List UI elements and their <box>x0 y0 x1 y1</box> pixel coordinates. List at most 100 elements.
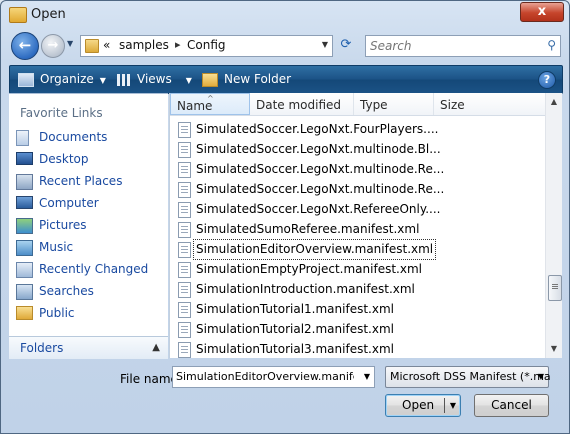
new-folder-label: New Folder <box>224 72 292 86</box>
scroll-down-icon[interactable]: ▼ <box>549 344 559 354</box>
recent-places-icon <box>16 174 33 190</box>
file-row[interactable]: SimulatedSoccer.LegoNxt.multinode.Bl... <box>174 140 441 159</box>
sidebar-item-searches[interactable]: Searches <box>14 281 164 301</box>
help-icon[interactable]: ? <box>538 71 556 89</box>
folder-icon <box>9 7 27 23</box>
forward-button[interactable]: → <box>41 34 65 58</box>
sidebar-item-pictures[interactable]: Pictures <box>14 215 164 235</box>
folder-icon <box>85 39 99 53</box>
breadcrumb-overflow[interactable]: « <box>103 38 110 52</box>
organize-icon <box>18 72 34 87</box>
open-button-label: Open <box>402 398 435 412</box>
sidebar-item-public[interactable]: Public <box>14 303 164 323</box>
file-row[interactable]: SimulatedSoccer.LegoNxt.multinode.Re... <box>174 180 444 199</box>
vertical-scrollbar[interactable]: ▲ ▼ <box>545 93 562 358</box>
file-row[interactable]: SimulationTutorial1.manifest.xml <box>174 300 420 319</box>
xml-file-icon <box>178 322 191 338</box>
navigation-pane: Favorite Links Documents Desktop Recent … <box>9 93 168 359</box>
sidebar-item-label: Public <box>39 306 75 320</box>
sidebar-item-documents[interactable]: Documents <box>14 127 164 147</box>
file-row[interactable]: SimulationIntroduction.manifest.xml <box>174 280 420 299</box>
file-row[interactable]: SimulationTutorial2.manifest.xml <box>174 320 420 339</box>
folders-toggle[interactable]: Folders ▲ <box>9 336 168 359</box>
breadcrumb-config[interactable]: Config <box>187 38 226 52</box>
sidebar-item-label: Desktop <box>39 152 89 166</box>
command-toolbar: Organize ▼ Views ▼ New Folder ? <box>9 65 563 94</box>
file-name: SimulationIntroduction.manifest.xml <box>196 282 415 296</box>
chevron-down-icon[interactable]: ▼ <box>450 395 456 416</box>
column-name[interactable]: ^ Name <box>170 93 250 115</box>
file-type-select[interactable]: Microsoft DSS Manifest (*.ma ▼ <box>385 366 551 388</box>
file-name: SimulationTutorial3.manifest.xml <box>196 342 394 356</box>
file-name-input[interactable] <box>176 368 354 384</box>
column-type[interactable]: Type <box>354 93 434 115</box>
sidebar-item-label: Documents <box>39 130 108 144</box>
xml-file-icon <box>178 302 191 318</box>
column-label: Type <box>360 98 388 112</box>
organize-label: Organize <box>40 72 94 86</box>
refresh-button[interactable]: ⟳ <box>335 35 357 55</box>
chevron-up-icon: ▲ <box>152 342 160 353</box>
sidebar-item-desktop[interactable]: Desktop <box>14 149 164 169</box>
sidebar-item-label: Computer <box>39 196 99 210</box>
open-button[interactable]: Open ▼ <box>385 394 461 417</box>
file-row[interactable]: SimulatedSoccer.LegoNxt.FourPlayers.... <box>174 120 438 139</box>
file-name: SimulationTutorial2.manifest.xml <box>196 322 394 336</box>
folders-label: Folders <box>20 341 64 355</box>
sidebar-item-music[interactable]: Music <box>14 237 164 257</box>
file-name: SimulatedSoccer.LegoNxt.FourPlayers.... <box>196 122 439 136</box>
file-name: SimulatedSoccer.LegoNxt.RefereeOnly.... <box>196 202 441 216</box>
new-folder-icon <box>202 72 218 87</box>
xml-file-icon <box>178 202 191 218</box>
column-header: ^ Name Date modified Type Size <box>170 93 562 116</box>
breadcrumb-samples[interactable]: samples <box>119 38 169 52</box>
organize-button[interactable]: Organize ▼ <box>18 66 106 93</box>
file-name: SimulatedSoccer.LegoNxt.multinode.Bl... <box>196 142 441 156</box>
breadcrumb-chevron-icon[interactable]: ▸ <box>175 38 181 51</box>
scroll-up-icon[interactable]: ▲ <box>549 97 559 107</box>
column-size[interactable]: Size <box>434 93 546 115</box>
file-name-combobox[interactable]: ▼ <box>172 366 375 388</box>
public-folder-icon <box>16 306 33 320</box>
file-row[interactable]: SimulatedSoccer.LegoNxt.RefereeOnly.... <box>174 200 441 219</box>
file-row[interactable]: SimulationEmptyProject.manifest.xml <box>174 260 422 279</box>
file-row[interactable]: SimulationTutorial3.manifest.xml <box>174 340 420 359</box>
open-dialog: Open x ← → ▼ « samples ▸ Config ▼ ⟳ ⚲ Or… <box>0 0 570 434</box>
pictures-icon <box>16 218 33 234</box>
music-icon <box>16 240 33 256</box>
chevron-down-icon: ▼ <box>537 372 544 381</box>
sidebar-item-recently-changed[interactable]: Recently Changed <box>14 259 164 279</box>
new-folder-button[interactable]: New Folder <box>202 66 291 93</box>
file-row-selected[interactable]: SimulationEditorOverview.manifest.xml <box>174 239 437 260</box>
column-date-modified[interactable]: Date modified <box>250 93 354 115</box>
back-button[interactable]: ← <box>11 32 39 60</box>
search-input[interactable] <box>368 37 540 55</box>
address-dropdown-icon[interactable]: ▼ <box>322 40 328 49</box>
search-box[interactable]: ⚲ <box>365 35 561 57</box>
split-separator <box>444 398 445 413</box>
file-row[interactable]: SimulatedSumoReferee.manifest.xml <box>174 220 420 239</box>
xml-file-icon <box>178 262 191 278</box>
column-label: Size <box>440 98 465 112</box>
address-bar[interactable]: « samples ▸ Config ▼ <box>80 35 333 57</box>
close-button[interactable]: x <box>520 2 564 22</box>
xml-file-icon <box>178 182 191 198</box>
views-icon <box>117 73 131 86</box>
chevron-down-icon[interactable]: ▼ <box>364 372 370 381</box>
sidebar-item-computer[interactable]: Computer <box>14 193 164 213</box>
xml-file-icon <box>178 242 191 258</box>
scroll-thumb[interactable] <box>548 275 562 301</box>
recent-pages-dropdown[interactable]: ▼ <box>67 39 77 49</box>
sidebar-item-label: Recently Changed <box>39 262 149 276</box>
xml-file-icon <box>178 162 191 178</box>
views-button[interactable]: Views ▼ <box>117 66 192 93</box>
sidebar-item-label: Searches <box>39 284 94 298</box>
file-list-pane: ^ Name Date modified Type Size Simulated… <box>169 93 562 358</box>
file-row[interactable]: SimulatedSoccer.LegoNxt.multinode.Re... <box>174 160 444 179</box>
search-icon[interactable]: ⚲ <box>547 38 556 52</box>
favorite-links-heading: Favorite Links <box>20 106 103 120</box>
sidebar-item-recent-places[interactable]: Recent Places <box>14 171 164 191</box>
refresh-icon: ⟳ <box>340 37 352 52</box>
xml-file-icon <box>178 142 191 158</box>
cancel-button[interactable]: Cancel <box>474 394 549 417</box>
